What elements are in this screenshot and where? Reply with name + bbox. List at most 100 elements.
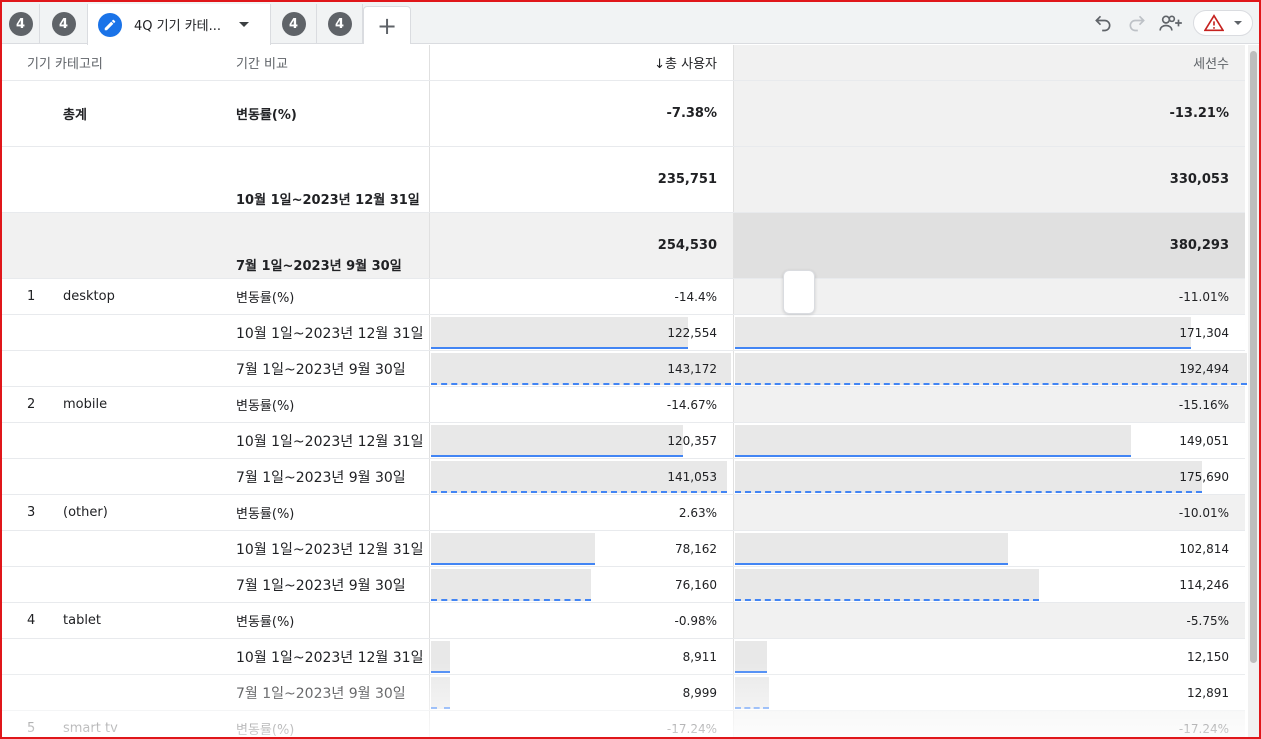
device-category[interactable]: (other) <box>63 495 108 530</box>
dimension-rows: 1 desktop 변동률(%) -14.4% -11.01% 10월 1일~2023년 … <box>2 279 1247 738</box>
tab-4[interactable]: 4 <box>271 4 317 44</box>
sessions-bar-line <box>735 383 1247 385</box>
add-tab-button[interactable]: + <box>363 6 411 44</box>
device-category[interactable]: desktop <box>63 279 115 314</box>
header-total-users[interactable]: ↓총 사용자 <box>429 45 733 80</box>
total-previous-row: 7월 1일~2023년 9월 30일 254,530 380,293 <box>2 213 1245 279</box>
users-bar-line <box>431 347 688 349</box>
table-row[interactable]: 10월 1일~2023년 12월 31일 8,911 12,150 <box>2 639 1245 675</box>
users-change: 2.63% <box>429 495 733 530</box>
tab-badge: 4 <box>51 12 76 36</box>
table-row[interactable]: 3 (other) 변동률(%) 2.63% -10.01% <box>2 495 1245 531</box>
device-category[interactable]: smart tv <box>63 711 118 737</box>
users-change: -0.98% <box>429 603 733 638</box>
sessions-bar-line <box>735 599 1039 601</box>
row-rank: 5 <box>27 721 36 736</box>
period-label: 변동률(%) <box>236 615 295 630</box>
header-date-comparison[interactable]: 기간 비교 <box>236 45 288 80</box>
users-bar-line <box>431 491 727 493</box>
period-label: 7월 1일~2023년 9월 30일 <box>236 685 406 702</box>
period-label: 10월 1일~2023년 12월 31일 <box>236 649 424 666</box>
table-row[interactable]: 10월 1일~2023년 12월 31일 120,357 149,051 <box>2 423 1245 459</box>
sessions-value: 102,814 <box>733 531 1245 566</box>
data-table: 기기 카테고리 기간 비교 ↓총 사용자 세션수 총계 변동률(%) -7.38… <box>2 45 1247 738</box>
users-value: 235,751 <box>429 147 733 212</box>
table-row[interactable]: 2 mobile 변동률(%) -14.67% -15.16% <box>2 387 1245 423</box>
sessions-value: 380,293 <box>733 213 1245 278</box>
warning-icon <box>1204 14 1224 32</box>
sessions-bar-line <box>735 707 769 709</box>
row-rank: 3 <box>27 505 36 520</box>
table-row[interactable]: 7월 1일~2023년 9월 30일 143,172 192,494 <box>2 351 1247 387</box>
users-value: 78,162 <box>429 531 733 566</box>
redo-icon[interactable] <box>1123 10 1151 36</box>
plus-icon: + <box>376 11 398 40</box>
device-category[interactable]: mobile <box>63 387 107 422</box>
table-row[interactable]: 10월 1일~2023년 12월 31일 78,162 102,814 <box>2 531 1245 567</box>
sessions-bar-line <box>735 563 1008 565</box>
tab-active-device-category[interactable]: 4Q 기기 카테... <box>87 4 271 45</box>
sessions-value: -13.21% <box>733 81 1245 146</box>
edit-pencil-icon[interactable] <box>98 12 122 37</box>
sessions-value: 192,494 <box>733 351 1247 386</box>
sessions-bar <box>735 569 1039 601</box>
sessions-bar-line <box>735 347 1191 349</box>
tab-badge: 4 <box>8 12 33 36</box>
table-row[interactable]: 4 tablet 변동률(%) -0.98% -5.75% <box>2 603 1245 639</box>
users-value: 254,530 <box>429 213 733 278</box>
sessions-value: 114,246 <box>733 567 1245 602</box>
warning-menu-button[interactable] <box>1193 10 1253 36</box>
row-rank: 2 <box>27 397 36 412</box>
sessions-value: 175,690 <box>733 459 1245 494</box>
tab-5[interactable]: 4 <box>317 4 363 44</box>
period-label: 10월 1일~2023년 12월 31일 <box>236 541 424 558</box>
users-bar <box>431 677 450 709</box>
users-bar-line <box>431 707 450 709</box>
users-value: 143,172 <box>429 351 733 386</box>
sessions-bar <box>735 353 1247 385</box>
sessions-bar <box>735 425 1131 457</box>
users-bar-line <box>431 563 595 565</box>
column-resize-handle[interactable] <box>783 270 815 314</box>
sessions-bar-line <box>735 491 1202 493</box>
sessions-change: -15.16% <box>733 387 1245 422</box>
users-value: 120,357 <box>429 423 733 458</box>
period-label: 7월 1일~2023년 9월 30일 <box>236 469 406 486</box>
users-change: -14.67% <box>429 387 733 422</box>
users-bar <box>431 641 450 673</box>
table-row[interactable]: 7월 1일~2023년 9월 30일 8,999 12,891 <box>2 675 1245 711</box>
table-row[interactable]: 10월 1일~2023년 12월 31일 122,554 171,304 <box>2 315 1245 351</box>
app-frame: 4 4 4Q 기기 카테... 4 4 + 기기 카테고리 기간 비교 ↓총 사… <box>0 0 1261 739</box>
toolbar <box>1083 10 1253 36</box>
vertical-scrollbar[interactable] <box>1248 45 1259 737</box>
users-bar-line <box>431 671 450 673</box>
sessions-change: -5.75% <box>733 603 1245 638</box>
table-row[interactable]: 5 smart tv 변동률(%) -17.24% -17.24% <box>2 711 1245 738</box>
tab-2[interactable]: 4 <box>40 4 88 44</box>
period-label: 7월 1일~2023년 9월 30일 <box>236 361 406 378</box>
sessions-value: 12,150 <box>733 639 1245 674</box>
table-row[interactable]: 7월 1일~2023년 9월 30일 141,053 175,690 <box>2 459 1245 495</box>
total-current-row: 10월 1일~2023년 12월 31일 235,751 330,053 <box>2 147 1245 213</box>
header-sessions[interactable]: 세션수 <box>733 45 1245 80</box>
table-row[interactable]: 1 desktop 변동률(%) -14.4% -11.01% <box>2 279 1245 315</box>
users-bar-line <box>431 383 731 385</box>
users-bar-line <box>431 455 683 457</box>
sessions-bar <box>735 641 767 673</box>
sessions-value: 171,304 <box>733 315 1245 350</box>
sessions-value: 12,891 <box>733 675 1245 710</box>
scrollbar-thumb[interactable] <box>1250 51 1257 663</box>
tab-1[interactable]: 4 <box>2 4 40 44</box>
header-device-category[interactable]: 기기 카테고리 <box>27 45 103 80</box>
undo-icon[interactable] <box>1089 10 1117 36</box>
users-value: 122,554 <box>429 315 733 350</box>
table-header: 기기 카테고리 기간 비교 ↓총 사용자 세션수 <box>2 45 1245 81</box>
device-category[interactable]: tablet <box>63 603 101 638</box>
users-value: 141,053 <box>429 459 733 494</box>
table-row[interactable]: 7월 1일~2023년 9월 30일 76,160 114,246 <box>2 567 1245 603</box>
chevron-down-icon[interactable] <box>239 22 250 27</box>
share-user-icon[interactable] <box>1157 10 1185 36</box>
users-bar <box>431 317 688 349</box>
sessions-change: -17.24% <box>733 711 1245 737</box>
period-label: 변동률(%) <box>236 723 295 738</box>
